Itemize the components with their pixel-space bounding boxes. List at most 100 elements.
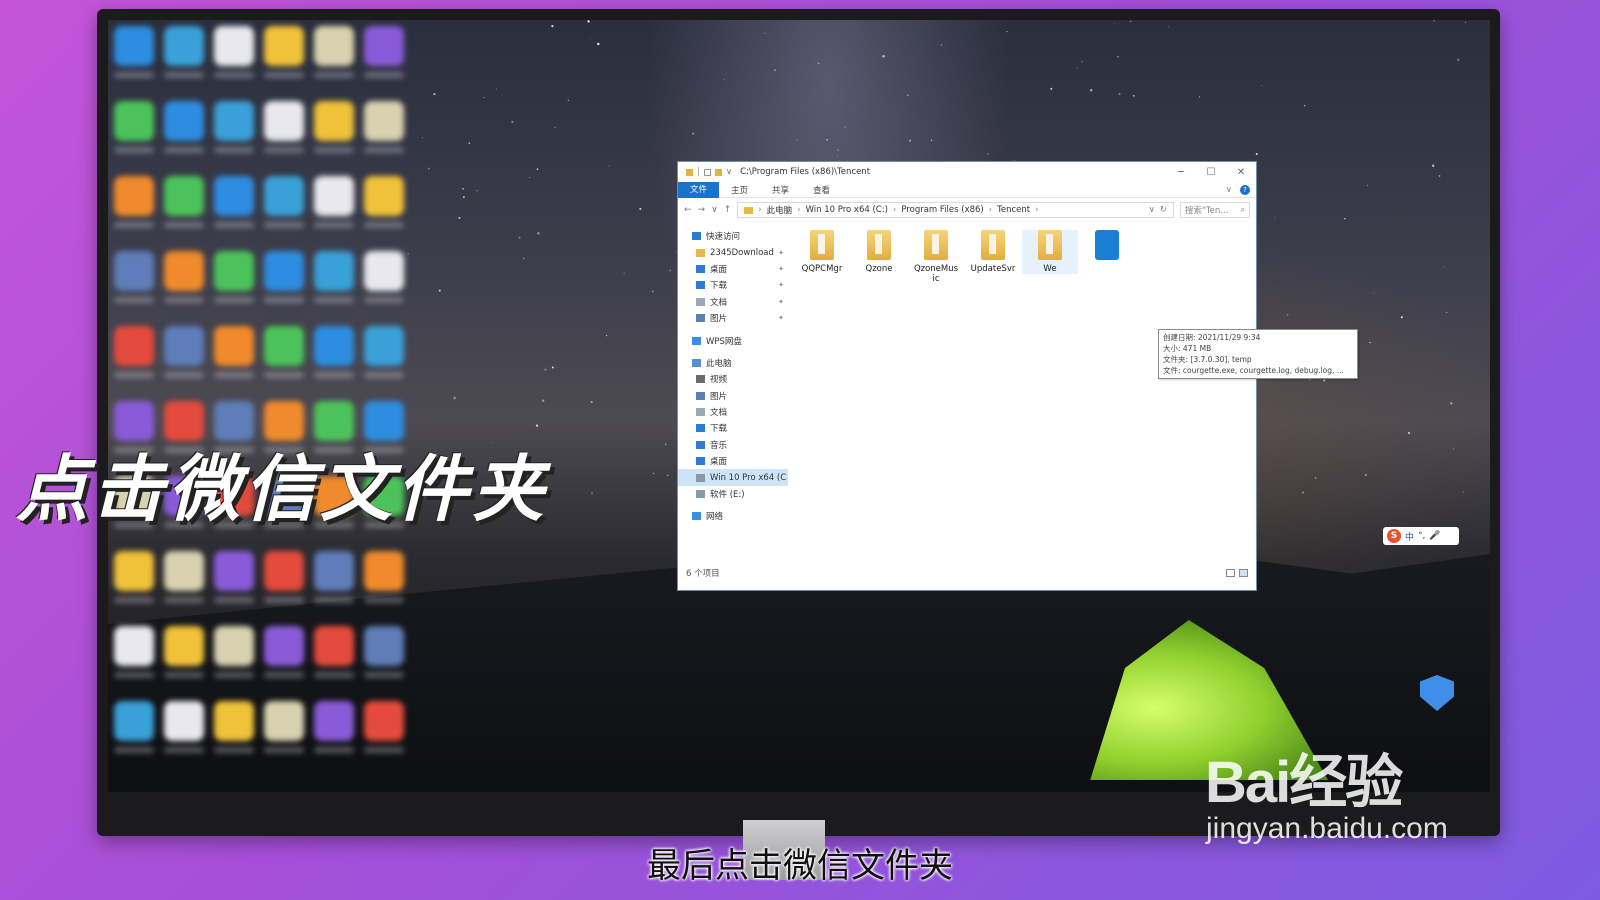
- desktop-shortcut-icon[interactable]: [314, 326, 354, 366]
- desktop-shortcut-icon[interactable]: [114, 551, 154, 591]
- desktop-shortcut-icon[interactable]: [214, 251, 254, 291]
- desktop-shortcut-icon[interactable]: [214, 101, 254, 141]
- desktop-shortcut-icon[interactable]: [114, 326, 154, 366]
- desktop-shortcut-icon[interactable]: [364, 26, 404, 66]
- desktop-shortcut-icon[interactable]: [264, 551, 304, 591]
- desktop-shortcut-icon[interactable]: [164, 101, 204, 141]
- desktop-shortcut-icon[interactable]: [314, 626, 354, 666]
- new-folder-icon[interactable]: [714, 168, 722, 176]
- folder-item[interactable]: QQPCMgr: [794, 230, 850, 274]
- app-shortcut-item[interactable]: [1079, 230, 1135, 264]
- address-bar[interactable]: › 此电脑 › Win 10 Pro x64 (C:) › Program Fi…: [737, 202, 1174, 218]
- desktop-shortcut-icon[interactable]: [364, 326, 404, 366]
- desktop-shortcut-icon[interactable]: [214, 626, 254, 666]
- desktop-shortcut-icon[interactable]: [364, 176, 404, 216]
- desktop-shortcut-icon[interactable]: [114, 626, 154, 666]
- desktop-shortcut-icon[interactable]: [214, 26, 254, 66]
- nav-item[interactable]: 下载: [678, 420, 788, 436]
- ime-language[interactable]: 中: [1405, 530, 1414, 543]
- folder-item[interactable]: Qzone: [851, 230, 907, 274]
- desktop-shortcut-icon[interactable]: [114, 101, 154, 141]
- desktop-shortcut-icon[interactable]: [364, 701, 404, 741]
- desktop-shortcut-icon[interactable]: [364, 101, 404, 141]
- desktop-shortcut-icon[interactable]: [314, 176, 354, 216]
- folder-item[interactable]: UpdateSvr: [965, 230, 1021, 274]
- nav-item[interactable]: 此电脑: [678, 355, 788, 371]
- desktop-shortcut-icon[interactable]: [264, 326, 304, 366]
- nav-item[interactable]: 下载 ✦: [678, 277, 788, 293]
- up-icon[interactable]: ↑: [724, 205, 732, 215]
- recent-locations-icon[interactable]: ∨: [711, 205, 718, 215]
- nav-item[interactable]: 桌面 ✦: [678, 261, 788, 277]
- desktop-shortcut-icon[interactable]: [214, 551, 254, 591]
- nav-item[interactable]: 桌面: [678, 453, 788, 469]
- desktop-shortcut-icon[interactable]: [164, 701, 204, 741]
- breadcrumb-item[interactable]: 此电脑: [767, 204, 793, 216]
- desktop-shortcut-icon[interactable]: [164, 176, 204, 216]
- desktop-shortcut-icon[interactable]: [314, 251, 354, 291]
- desktop-shortcut-icon[interactable]: [364, 626, 404, 666]
- forward-icon[interactable]: →: [698, 205, 706, 215]
- nav-item[interactable]: Win 10 Pro x64 (C: [678, 469, 788, 486]
- expand-ribbon-icon[interactable]: ∨: [1226, 185, 1232, 195]
- desktop-shortcut-icon[interactable]: [114, 26, 154, 66]
- desktop-shortcut-icon[interactable]: [164, 326, 204, 366]
- desktop-shortcut-icon[interactable]: [164, 551, 204, 591]
- desktop-shortcut-icon[interactable]: [214, 176, 254, 216]
- folder-item[interactable]: We: [1022, 230, 1078, 274]
- desktop-shortcut-icon[interactable]: [114, 701, 154, 741]
- search-input[interactable]: 搜索"Ten... ⌕: [1180, 202, 1250, 218]
- nav-item[interactable]: 文档 ✦: [678, 294, 788, 310]
- breadcrumb-item[interactable]: Program Files (x86): [901, 205, 983, 215]
- microphone-icon[interactable]: 🎤: [1429, 531, 1440, 541]
- tab-share[interactable]: 共享: [760, 184, 801, 196]
- breadcrumb-item[interactable]: Tencent: [997, 205, 1030, 215]
- folder-item[interactable]: QzoneMus ic: [908, 230, 964, 284]
- large-icons-view-icon[interactable]: [1239, 569, 1248, 577]
- quick-access-toolbar[interactable]: | ∨: [686, 167, 732, 177]
- file-explorer-window[interactable]: | ∨ C:\Program Files (x86)\Tencent ─ ☐ ✕…: [677, 161, 1358, 591]
- breadcrumb-item[interactable]: Win 10 Pro x64 (C:): [806, 205, 888, 215]
- address-dropdown-icon[interactable]: ∨: [1149, 205, 1155, 215]
- desktop-shortcut-icon[interactable]: [364, 551, 404, 591]
- nav-item[interactable]: 网络: [678, 508, 788, 524]
- nav-item[interactable]: 2345Download ✦: [678, 244, 788, 260]
- desktop-shortcut-icon[interactable]: [264, 251, 304, 291]
- title-bar[interactable]: | ∨ C:\Program Files (x86)\Tencent ─ ☐ ✕: [678, 162, 1256, 182]
- details-view-icon[interactable]: [1226, 569, 1235, 577]
- desktop-shortcut-icon[interactable]: [164, 626, 204, 666]
- nav-item[interactable]: 图片: [678, 388, 788, 404]
- properties-icon[interactable]: [703, 168, 711, 176]
- desktop-shortcut-icon[interactable]: [264, 26, 304, 66]
- help-icon[interactable]: ?: [1240, 184, 1250, 195]
- desktop-shortcut-icon[interactable]: [214, 326, 254, 366]
- close-button[interactable]: ✕: [1226, 167, 1256, 178]
- desktop-shortcut-icon[interactable]: [314, 701, 354, 741]
- desktop-shortcut-icon[interactable]: [114, 176, 154, 216]
- tab-home[interactable]: 主页: [719, 184, 760, 196]
- tab-view[interactable]: 查看: [801, 184, 842, 196]
- desktop-shortcut-icon[interactable]: [214, 701, 254, 741]
- nav-item[interactable]: 快速访问: [678, 228, 788, 244]
- desktop-shortcut-icon[interactable]: [314, 551, 354, 591]
- nav-item[interactable]: 软件 (E:): [678, 486, 788, 502]
- back-icon[interactable]: ←: [684, 205, 692, 215]
- desktop-shortcut-icon[interactable]: [264, 176, 304, 216]
- desktop-shortcut-icon[interactable]: [264, 626, 304, 666]
- desktop-shortcut-icon[interactable]: [314, 101, 354, 141]
- refresh-icon[interactable]: ↻: [1160, 205, 1167, 215]
- tab-file[interactable]: 文件: [678, 181, 720, 198]
- desktop-shortcut-icon[interactable]: [314, 26, 354, 66]
- blurred-desktop-icons[interactable]: [108, 20, 408, 780]
- nav-item[interactable]: 图片 ✦: [678, 310, 788, 326]
- nav-item[interactable]: WPS网盘: [678, 332, 788, 348]
- desktop-shortcut-icon[interactable]: [364, 251, 404, 291]
- desktop-shortcut-icon[interactable]: [264, 101, 304, 141]
- ime-toolbar[interactable]: S 中 °, 🎤: [1383, 527, 1459, 545]
- minimize-button[interactable]: ─: [1166, 167, 1196, 178]
- nav-item[interactable]: 视频: [678, 371, 788, 387]
- desktop-shortcut-icon[interactable]: [264, 701, 304, 741]
- chevron-down-icon[interactable]: ∨: [726, 167, 732, 177]
- nav-item[interactable]: 文档: [678, 404, 788, 420]
- desktop-shortcut-icon[interactable]: [164, 26, 204, 66]
